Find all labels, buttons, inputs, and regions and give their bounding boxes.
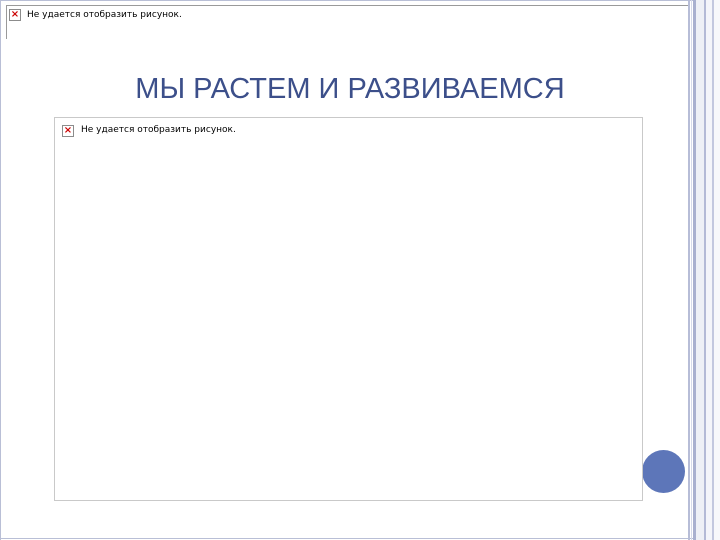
main-image-message: Не удается отобразить рисунок.: [81, 125, 236, 135]
broken-image-icon: ×: [9, 9, 21, 21]
main-image-placeholder: × Не удается отобразить рисунок.: [54, 117, 643, 501]
slide-frame-bottom: [0, 538, 693, 539]
header-image-message: Не удается отобразить рисунок.: [27, 10, 182, 20]
broken-image-icon: ×: [62, 125, 74, 137]
slide-frame-left: [0, 0, 1, 540]
slide: × Не удается отобразить рисунок. МЫ РАСТ…: [0, 0, 720, 540]
decor-stripe: [696, 0, 704, 540]
decor-stripe: [691, 0, 692, 540]
decor-circle: [642, 450, 685, 493]
decor-stripe: [688, 0, 690, 540]
slide-frame-top: [0, 0, 693, 1]
slide-title: МЫ РАСТЕМ И РАЗВИВАЕМСЯ: [135, 73, 565, 105]
header-image-placeholder: × Не удается отобразить рисунок.: [6, 5, 688, 39]
decor-stripe: [714, 0, 720, 540]
